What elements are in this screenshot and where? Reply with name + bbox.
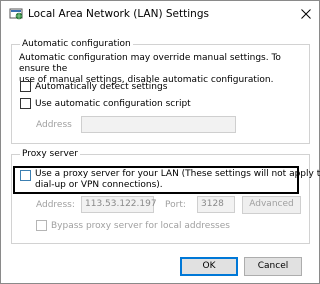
proxy-server-legend: Proxy server: [20, 148, 81, 160]
auto-detect-row[interactable]: Automatically detect settings: [20, 81, 167, 92]
lan-settings-dialog: Local Area Network (LAN) Settings Automa…: [0, 0, 320, 284]
close-icon: [301, 9, 311, 19]
auto-detect-label: Automatically detect settings: [35, 81, 168, 92]
proxy-address-label: Address:: [36, 200, 75, 210]
script-address-field[interactable]: [81, 116, 236, 133]
bypass-local-checkbox[interactable]: [36, 220, 47, 231]
advanced-button[interactable]: Advanced: [242, 196, 301, 214]
network-settings-icon: [9, 7, 23, 21]
use-proxy-checkbox[interactable]: [20, 170, 31, 181]
ok-button[interactable]: OK: [180, 257, 238, 276]
proxy-port-field[interactable]: 3128: [197, 196, 235, 213]
use-proxy-label-line: Use a proxy server for your LAN (These s…: [35, 169, 320, 179]
script-address-label: Address: [36, 120, 72, 130]
description-line: Automatic configuration may override man…: [19, 53, 281, 74]
close-button[interactable]: [293, 1, 319, 27]
proxy-port-label: Port:: [165, 200, 186, 210]
title-bar: Local Area Network (LAN) Settings: [1, 1, 319, 29]
use-script-label: Use automatic configuration script: [35, 98, 191, 109]
auto-detect-checkbox[interactable]: [20, 81, 31, 92]
use-script-checkbox[interactable]: [20, 98, 31, 109]
window-title: Local Area Network (LAN) Settings: [28, 8, 209, 20]
proxy-address-field[interactable]: 113.53.122.197: [81, 196, 157, 213]
use-script-row[interactable]: Use automatic configuration script: [20, 98, 191, 109]
bypass-local-label: Bypass proxy server for local addresses: [51, 220, 230, 231]
bypass-local-row[interactable]: Bypass proxy server for local addresses: [36, 220, 230, 231]
use-proxy-label: Use a proxy server for your LAN (These s…: [35, 169, 320, 191]
use-proxy-label-line: dial-up or VPN connections).: [35, 180, 163, 190]
use-proxy-row[interactable]: Use a proxy server for your LAN (These s…: [20, 169, 320, 191]
cancel-button[interactable]: Cancel: [244, 257, 302, 276]
automatic-configuration-legend: Automatic configuration: [20, 38, 133, 50]
